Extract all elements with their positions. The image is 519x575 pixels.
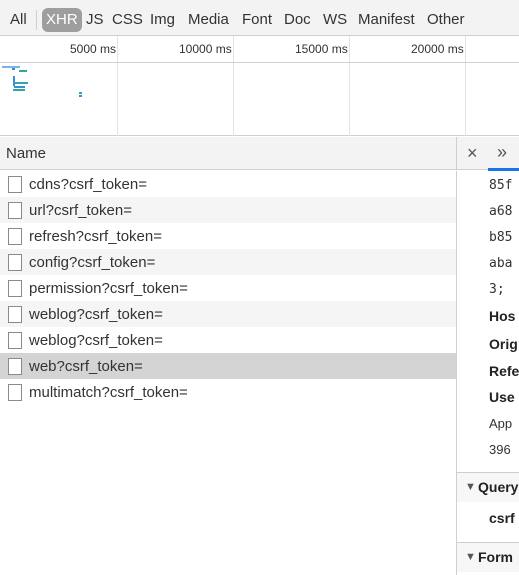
request-name: cdns?csrf_token= (29, 175, 147, 193)
request-name: web?csrf_token= (29, 357, 143, 375)
timeline-bar (13, 89, 25, 91)
query-section-label: Query (478, 479, 519, 495)
timeline-bar (19, 70, 27, 72)
expand-triangle-icon: ▼ (465, 481, 476, 493)
form-section-header[interactable]: ▼ Form (457, 542, 519, 572)
request-name: multimatch?csrf_token= (29, 383, 188, 401)
timeline-grid-line (233, 36, 234, 136)
header-key-origin: Orig (489, 336, 518, 352)
header-value: aba (489, 256, 513, 271)
file-icon (8, 201, 22, 219)
tick-label: 20000 ms (411, 42, 464, 56)
timeline-bar (79, 95, 82, 97)
file-icon (8, 331, 22, 349)
form-section-label: Form (478, 549, 513, 565)
timeline-grid-line (349, 36, 350, 136)
request-list: cdns?csrf_token= url?csrf_token= refresh… (0, 171, 457, 405)
file-icon (8, 357, 22, 375)
file-icon (8, 279, 22, 297)
header-value: b85 (489, 230, 513, 245)
timeline-grid-line (465, 36, 466, 136)
query-section-header[interactable]: ▼ Query (457, 472, 519, 502)
filter-font[interactable]: Font (238, 8, 276, 32)
request-row[interactable]: permission?csrf_token= (0, 275, 457, 301)
filter-xhr[interactable]: XHR (42, 8, 82, 32)
file-icon (8, 227, 22, 245)
filter-css[interactable]: CSS (108, 8, 147, 32)
header-key-referer: Refe (489, 363, 519, 379)
timeline-bar (14, 86, 25, 88)
request-name: weblog?csrf_token= (29, 331, 163, 349)
request-name: refresh?csrf_token= (29, 227, 162, 245)
close-icon[interactable]: × (467, 143, 478, 164)
request-name: weblog?csrf_token= (29, 305, 163, 323)
request-row[interactable]: multimatch?csrf_token= (0, 379, 457, 405)
tick-label: 10000 ms (179, 42, 232, 56)
timeline-bar (2, 66, 20, 68)
tick-label: 5000 ms (70, 42, 117, 56)
header-value: 3; (489, 282, 505, 297)
file-icon (8, 305, 22, 323)
request-list-empty-area (0, 405, 457, 575)
request-row[interactable]: cdns?csrf_token= (0, 171, 457, 197)
request-row[interactable]: weblog?csrf_token= (0, 327, 457, 353)
header-value: 85f (489, 178, 513, 193)
filter-js[interactable]: JS (82, 8, 108, 32)
filter-media[interactable]: Media (184, 8, 233, 32)
tick-label: 15000 ms (295, 42, 348, 56)
timeline-grid-line (117, 36, 118, 136)
request-name: url?csrf_token= (29, 201, 132, 219)
expand-triangle-icon: ▼ (465, 551, 476, 563)
active-tab-indicator (488, 168, 519, 171)
request-row[interactable]: url?csrf_token= (0, 197, 457, 223)
request-row[interactable]: weblog?csrf_token= (0, 301, 457, 327)
filter-img[interactable]: Img (146, 8, 179, 32)
header-value: a68 (489, 204, 513, 219)
timeline-ruler (0, 62, 519, 63)
file-icon (8, 383, 22, 401)
filter-all[interactable]: All (6, 8, 31, 32)
request-row[interactable]: config?csrf_token= (0, 249, 457, 275)
header-key-user-agent: Use (489, 389, 515, 405)
header-value: App (489, 416, 513, 431)
file-icon (8, 253, 22, 271)
file-icon (8, 175, 22, 193)
timeline-bar (14, 82, 28, 84)
header-key-host: Hos (489, 308, 516, 324)
query-param-key: csrf (489, 510, 515, 526)
more-tabs-icon[interactable]: » (497, 142, 507, 163)
request-row[interactable]: refresh?csrf_token= (0, 223, 457, 249)
filter-separator (36, 10, 37, 30)
request-name: permission?csrf_token= (29, 279, 188, 297)
filter-doc[interactable]: Doc (280, 8, 315, 32)
timeline-bar (79, 92, 82, 94)
filter-other[interactable]: Other (423, 8, 469, 32)
filter-bar: All XHR JS CSS Img Media Font Doc WS Man… (0, 0, 519, 36)
timeline-bar (12, 68, 15, 70)
filter-ws[interactable]: WS (319, 8, 351, 32)
timeline-overview[interactable]: 5000 ms 10000 ms 15000 ms 20000 ms (0, 36, 519, 136)
header-value: 396 (489, 442, 511, 457)
request-row-selected[interactable]: web?csrf_token= (0, 353, 457, 379)
details-header: × » (457, 137, 519, 170)
timeline-bar (13, 76, 15, 86)
name-column-header[interactable]: Name (0, 137, 457, 170)
request-name: config?csrf_token= (29, 253, 156, 271)
filter-manifest[interactable]: Manifest (354, 8, 419, 32)
